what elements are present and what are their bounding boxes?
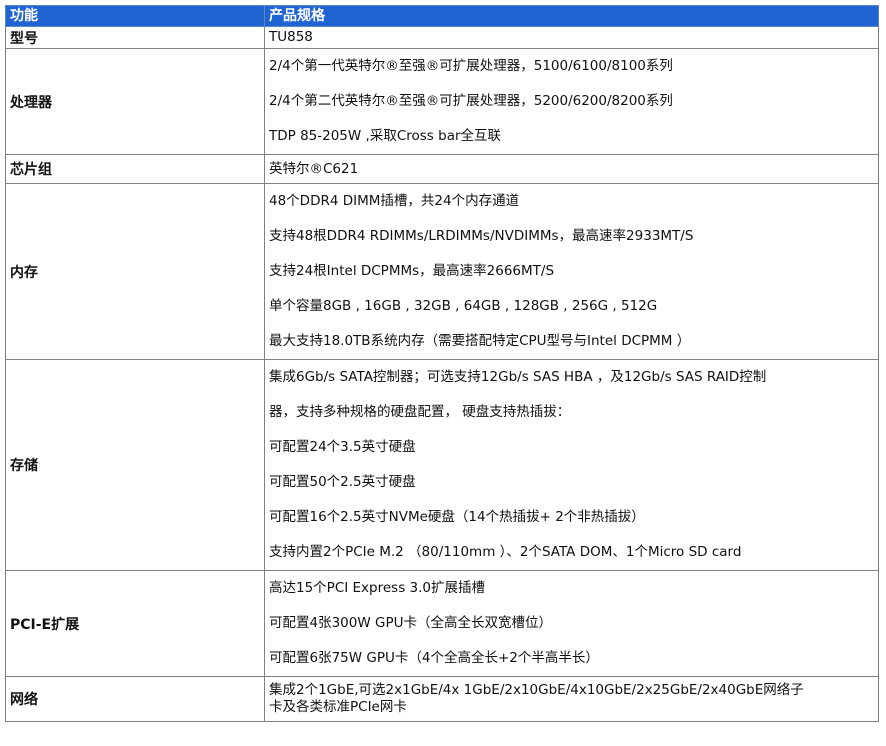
feature-cell: 网络 <box>5 676 265 722</box>
spec-line: 器，支持多种规格的硬盘配置， 硬盘支持热插拔： <box>269 404 571 420</box>
spec-line: 最大支持18.0TB系统内存（需要搭配特定CPU型号与Intel DCPMM ） <box>269 333 691 349</box>
spec-line: 英特尔®C621 <box>269 160 359 177</box>
spec-line: 可配置50个2.5英寸硬盘 <box>269 474 416 490</box>
spec-line: 单个容量8GB , 16GB , 32GB , 64GB , 128GB , 2… <box>269 298 658 314</box>
spec-line: 卡及各类标准PCIe网卡 <box>269 699 407 715</box>
table-row: 内存 48个DDR4 DIMM插槽，共24个内存通道 支持48根DDR4 RDI… <box>5 183 879 360</box>
spec-line: 可配置24个3.5英寸硬盘 <box>269 439 416 455</box>
spec-line: 2/4个第一代英特尔®至强®可扩展处理器，5100/6100/8100系列 <box>269 58 673 74</box>
table-row: 存储 集成6Gb/s SATA控制器；可选支持12Gb/s SAS HBA ，及… <box>5 359 879 571</box>
spec-line: 可配置4张300W GPU卡（全高全长双宽槽位） <box>269 615 552 631</box>
spec-cell: 英特尔®C621 <box>264 154 879 184</box>
table-header-row: 功能 产品规格 <box>5 5 879 27</box>
table-row: PCI-E扩展 高达15个PCI Express 3.0扩展插槽 可配置4张30… <box>5 570 879 677</box>
spec-cell: 集成2个1GbE,可选2x1GbE/4x 1GbE/2x10GbE/4x10Gb… <box>264 676 879 722</box>
spec-cell: 高达15个PCI Express 3.0扩展插槽 可配置4张300W GPU卡（… <box>264 570 879 677</box>
spec-cell: 48个DDR4 DIMM插槽，共24个内存通道 支持48根DDR4 RDIMMs… <box>264 183 879 360</box>
table-row: 型号 TU858 <box>5 26 879 49</box>
spec-line: 集成2个1GbE,可选2x1GbE/4x 1GbE/2x10GbE/4x10Gb… <box>269 682 804 698</box>
spec-line: 48个DDR4 DIMM插槽，共24个内存通道 <box>269 193 520 209</box>
spec-cell: TU858 <box>264 26 879 49</box>
feature-cell: 内存 <box>5 183 265 360</box>
spec-line: 集成6Gb/s SATA控制器；可选支持12Gb/s SAS HBA ，及12G… <box>269 369 767 385</box>
spec-table: 功能 产品规格 型号 TU858 处理器 2/4个第一代英特尔®至强®可扩展处理… <box>5 5 879 722</box>
table-row: 处理器 2/4个第一代英特尔®至强®可扩展处理器，5100/6100/8100系… <box>5 48 879 155</box>
table-row: 网络 集成2个1GbE,可选2x1GbE/4x 1GbE/2x10GbE/4x1… <box>5 676 879 722</box>
spec-line: TDP 85-205W ,采取Cross bar全互联 <box>269 128 502 144</box>
spec-line: 可配置6张75W GPU卡（4个全高全长+2个半高半长） <box>269 650 599 666</box>
spec-cell: 2/4个第一代英特尔®至强®可扩展处理器，5100/6100/8100系列 2/… <box>264 48 879 155</box>
header-spec: 产品规格 <box>264 5 879 27</box>
spec-line: 支持48根DDR4 RDIMMs/LRDIMMs/NVDIMMs，最高速率293… <box>269 228 694 244</box>
feature-cell: 存储 <box>5 359 265 571</box>
spec-line: 支持24根Intel DCPMMs，最高速率2666MT/S <box>269 263 555 279</box>
header-feature: 功能 <box>5 5 265 27</box>
feature-cell: PCI-E扩展 <box>5 570 265 677</box>
spec-line: TU858 <box>269 29 313 45</box>
feature-cell: 芯片组 <box>5 154 265 184</box>
spec-line: 可配置16个2.5英寸NVMe硬盘（14个热插拔+ 2个非热插拔） <box>269 509 645 525</box>
feature-cell: 处理器 <box>5 48 265 155</box>
table-row: 芯片组 英特尔®C621 <box>5 154 879 184</box>
spec-line: 2/4个第二代英特尔®至强®可扩展处理器，5200/6200/8200系列 <box>269 93 673 109</box>
spec-line: 高达15个PCI Express 3.0扩展插槽 <box>269 580 485 596</box>
feature-cell: 型号 <box>5 26 265 49</box>
spec-cell: 集成6Gb/s SATA控制器；可选支持12Gb/s SAS HBA ，及12G… <box>264 359 879 571</box>
spec-line: 支持内置2个PCIe M.2 （80/110mm ）、2个SATA DOM、1个… <box>269 544 742 560</box>
